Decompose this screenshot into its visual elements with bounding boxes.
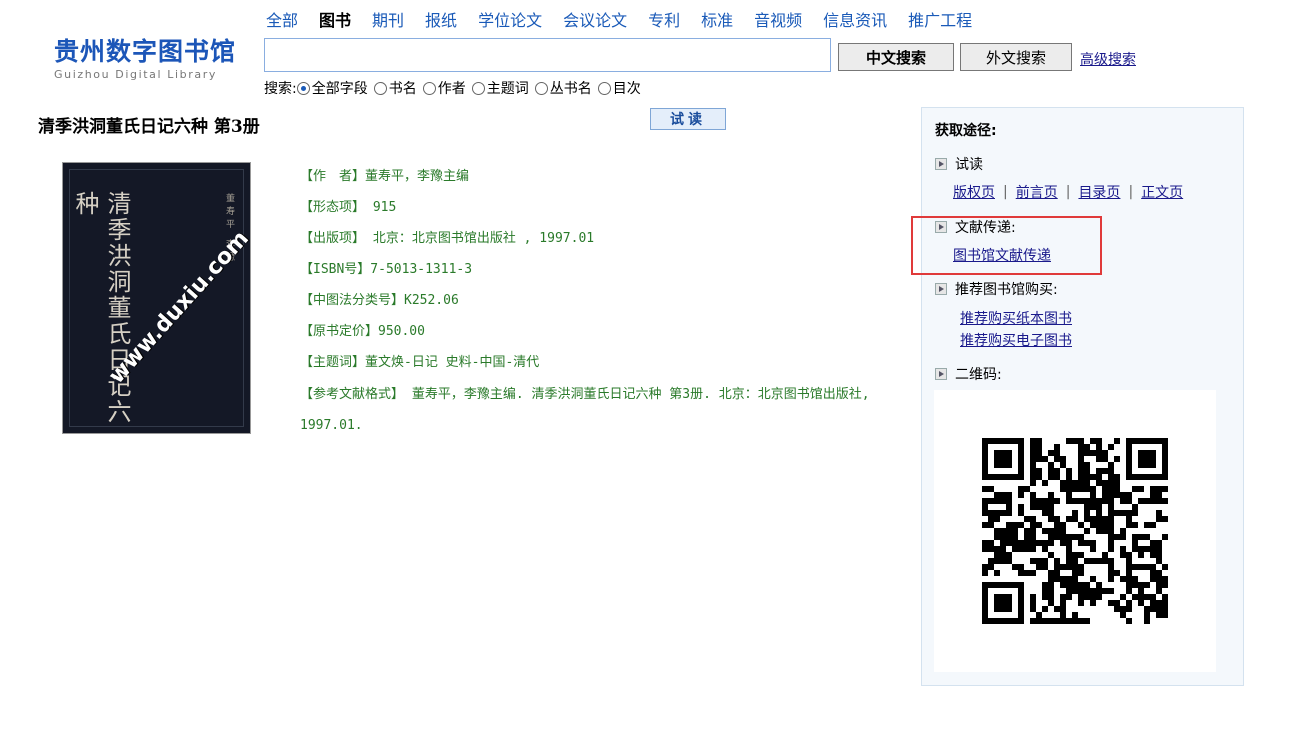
separator: | bbox=[1128, 184, 1134, 200]
section-qr: 二维码: bbox=[935, 364, 1002, 384]
nav-promotion[interactable]: 推广工程 bbox=[908, 7, 972, 31]
nav-info[interactable]: 信息资讯 bbox=[823, 7, 887, 31]
search-field-options: 搜索: 全部字段 书名 作者 主题词 丛书名 目次 bbox=[264, 78, 647, 98]
radio-icon[interactable] bbox=[373, 81, 387, 95]
book-cover-image: 清季洪洞董氏日记六种 董寿平 李豫 www.duxiu.com bbox=[62, 162, 251, 434]
radio-label: 目次 bbox=[612, 81, 641, 97]
arrow-right-icon bbox=[935, 368, 947, 380]
book-metadata: 【作 者】董寿平，李豫主编 【形态项】 915 【出版项】 北京：北京图书馆出版… bbox=[300, 166, 916, 441]
qr-code-icon bbox=[982, 438, 1168, 624]
panel-title: 获取途径: bbox=[935, 123, 997, 139]
radio-label: 作者 bbox=[437, 81, 466, 97]
nav-journals[interactable]: 期刊 bbox=[372, 7, 404, 31]
link-buy-print[interactable]: 推荐购买纸本图书 bbox=[960, 308, 1072, 328]
radio-label: 书名 bbox=[388, 81, 417, 97]
meta-price: 【原书定价】950.00 bbox=[300, 324, 425, 339]
foreign-search-button[interactable]: 外文搜索 bbox=[960, 43, 1072, 71]
radio-series[interactable]: 丛书名 bbox=[534, 78, 592, 98]
search-label: 搜索: bbox=[264, 81, 297, 97]
link-body-page[interactable]: 正文页 bbox=[1141, 182, 1183, 202]
qr-code-container bbox=[934, 390, 1216, 672]
meta-isbn: 【ISBN号】7-5013-1311-3 bbox=[300, 262, 473, 277]
radio-title[interactable]: 书名 bbox=[373, 78, 417, 98]
nav-patents[interactable]: 专利 bbox=[648, 7, 680, 31]
search-input[interactable] bbox=[264, 38, 831, 72]
logo-en-text: Guizhou Digital Library bbox=[54, 68, 217, 81]
separator: | bbox=[1003, 184, 1008, 200]
section-buy: 推荐图书馆购买: bbox=[935, 279, 1058, 299]
section-qr-label: 二维码: bbox=[955, 367, 1002, 383]
radio-label: 丛书名 bbox=[549, 81, 592, 97]
radio-icon[interactable] bbox=[534, 81, 548, 95]
nav-all[interactable]: 全部 bbox=[266, 7, 298, 31]
meta-pages: 【形态项】 915 bbox=[300, 200, 397, 215]
section-trial-label: 试读 bbox=[955, 157, 983, 173]
link-toc-page[interactable]: 目录页 bbox=[1078, 182, 1120, 202]
arrow-right-icon bbox=[935, 283, 947, 295]
meta-classification: 【中图法分类号】K252.06 bbox=[300, 293, 459, 308]
meta-citation: 【参考文献格式】 董寿平，李豫主编. 清季洪洞董氏日记六种 第3册. 北京：北京… bbox=[300, 387, 870, 433]
radio-author[interactable]: 作者 bbox=[422, 78, 466, 98]
radio-icon[interactable] bbox=[422, 81, 436, 95]
highlight-box bbox=[911, 216, 1102, 275]
category-nav: 全部 图书 期刊 报纸 学位论文 会议论文 专利 标准 音视频 信息资讯 推广工… bbox=[266, 6, 993, 32]
meta-author: 【作 者】董寿平，李豫主编 bbox=[300, 169, 470, 184]
nav-books[interactable]: 图书 bbox=[319, 7, 351, 31]
chinese-search-button[interactable]: 中文搜索 bbox=[838, 43, 954, 71]
access-panel: 获取途径: 试读 版权页 | 前言页 | 目录页 | 正文页 文献传递: 图书馆… bbox=[921, 107, 1244, 686]
link-preface-page[interactable]: 前言页 bbox=[1016, 182, 1058, 202]
nav-standards[interactable]: 标准 bbox=[701, 7, 733, 31]
nav-conference-papers[interactable]: 会议论文 bbox=[563, 7, 627, 31]
trial-links: 版权页 | 前言页 | 目录页 | 正文页 bbox=[953, 182, 1183, 202]
link-copyright-page[interactable]: 版权页 bbox=[953, 182, 995, 202]
radio-toc[interactable]: 目次 bbox=[597, 78, 641, 98]
section-trial: 试读 bbox=[935, 154, 983, 174]
arrow-right-icon bbox=[935, 158, 947, 170]
radio-icon[interactable] bbox=[597, 81, 611, 95]
radio-subject[interactable]: 主题词 bbox=[471, 78, 529, 98]
advanced-search-link[interactable]: 高级搜索 bbox=[1080, 49, 1136, 69]
link-buy-ebook[interactable]: 推荐购买电子图书 bbox=[960, 330, 1072, 350]
radio-all-fields[interactable]: 全部字段 bbox=[296, 78, 368, 98]
section-buy-label: 推荐图书馆购买: bbox=[955, 282, 1058, 298]
trial-read-button[interactable]: 试读 bbox=[650, 108, 726, 130]
nav-theses[interactable]: 学位论文 bbox=[478, 7, 542, 31]
radio-icon[interactable] bbox=[471, 81, 485, 95]
meta-publisher: 【出版项】 北京：北京图书馆出版社 , 1997.01 bbox=[300, 231, 595, 246]
radio-checked-icon[interactable] bbox=[296, 81, 310, 95]
site-logo[interactable]: 贵州数字图书馆 Guizhou Digital Library bbox=[54, 38, 244, 86]
nav-audio-video[interactable]: 音视频 bbox=[754, 7, 802, 31]
book-title: 清季洪洞董氏日记六种 第3册 bbox=[38, 117, 260, 137]
radio-label: 全部字段 bbox=[311, 81, 368, 97]
logo-cn-text: 贵州数字图书馆 bbox=[54, 37, 237, 66]
nav-newspapers[interactable]: 报纸 bbox=[425, 7, 457, 31]
separator: | bbox=[1065, 184, 1071, 200]
radio-label: 主题词 bbox=[486, 81, 529, 97]
